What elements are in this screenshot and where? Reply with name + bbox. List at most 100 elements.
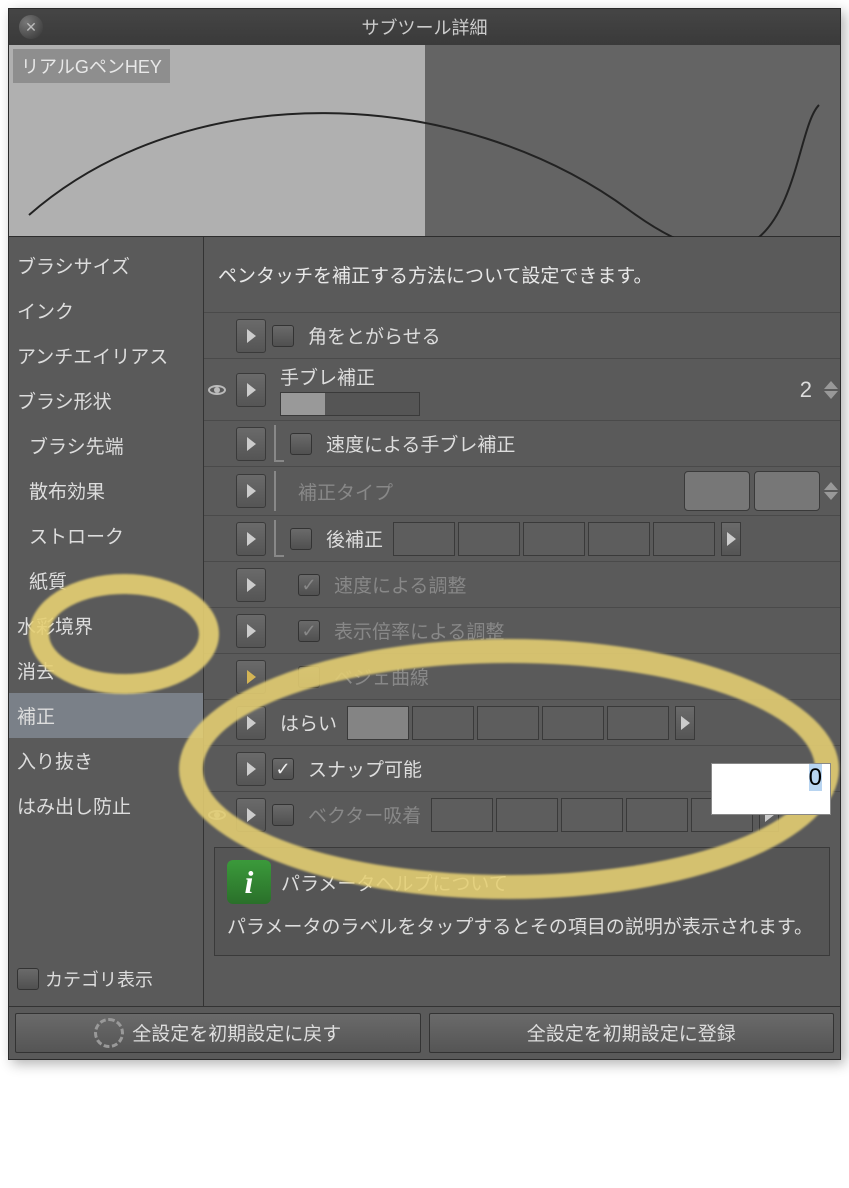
- triangle-icon: [681, 716, 690, 730]
- correction-type-option-2[interactable]: [754, 471, 820, 511]
- expand-button[interactable]: [236, 373, 266, 407]
- expand-button[interactable]: [236, 706, 266, 740]
- check-icon: ✓: [275, 760, 290, 778]
- titlebar: ✕ サブツール詳細: [9, 9, 840, 45]
- eye-icon: [208, 385, 226, 395]
- bezier-checkbox[interactable]: [298, 666, 320, 688]
- row-bezier: ベジェ曲線: [204, 653, 840, 699]
- triangle-icon: [247, 716, 256, 730]
- footer: 全設定を初期設定に戻す 全設定を初期設定に登録: [9, 1006, 840, 1059]
- visibility-toggle[interactable]: [204, 810, 230, 820]
- correction-type-spinner[interactable]: [824, 482, 840, 500]
- sidebar-item-scatter[interactable]: 散布効果: [9, 468, 203, 513]
- sidebar-item-stroke[interactable]: ストローク: [9, 513, 203, 558]
- spinner-up-icon: [824, 381, 838, 389]
- taper-label: はらい: [280, 709, 337, 736]
- sidebar-item-anti-alias[interactable]: アンチエイリアス: [9, 333, 203, 378]
- post-correction-checkbox[interactable]: [290, 528, 312, 550]
- help-text: パラメータのラベルをタップするとその項目の説明が表示されます。: [227, 914, 817, 943]
- sidebar-item-ink[interactable]: インク: [9, 288, 203, 333]
- correction-type-label: 補正タイプ: [298, 478, 393, 505]
- vector-snap-checkbox[interactable]: [272, 804, 294, 826]
- settings-panel: ペンタッチを補正する方法について設定できます。 角をとがらせる 手ブレ補正 2: [204, 237, 840, 1006]
- stroke-preview: リアルGペンHEY: [9, 45, 840, 237]
- bezier-label: ベジェ曲線: [334, 663, 429, 690]
- snap-checkbox[interactable]: ✓: [272, 758, 294, 780]
- sub-tool-detail-window: ✕ サブツール詳細 リアルGペンHEY ブラシサイズ インク アンチエイリアス …: [8, 8, 841, 1060]
- reset-label: 全設定を初期設定に戻す: [132, 1019, 341, 1046]
- vector-snap-label: ベクター吸着: [308, 801, 421, 828]
- row-sharpen: 角をとがらせる: [204, 312, 840, 358]
- sidebar-item-taper[interactable]: 入り抜き: [9, 738, 203, 783]
- close-icon: ✕: [25, 19, 37, 36]
- triangle-icon: [247, 670, 256, 684]
- sidebar-footer: カテゴリ表示: [9, 958, 203, 1000]
- triangle-icon: [247, 808, 256, 822]
- sidebar-item-texture[interactable]: 紙質: [9, 558, 203, 603]
- expand-button[interactable]: [236, 427, 266, 461]
- expand-button[interactable]: [236, 614, 266, 648]
- expand-button[interactable]: [236, 752, 266, 786]
- panel-description: ペンタッチを補正する方法について設定できます。: [204, 237, 840, 312]
- sidebar-item-watercolor[interactable]: 水彩境界: [9, 603, 203, 648]
- vector-snap-segments[interactable]: [431, 798, 753, 832]
- speed-stabilize-checkbox[interactable]: [290, 433, 312, 455]
- register-label: 全設定を初期設定に登録: [527, 1019, 736, 1046]
- row-zoom-adjust: ✓ 表示倍率による調整: [204, 607, 840, 653]
- stabilize-spinner[interactable]: [824, 381, 840, 399]
- triangle-icon: [247, 383, 256, 397]
- sharpen-checkbox[interactable]: [272, 325, 294, 347]
- triangle-icon: [247, 532, 256, 546]
- help-title: パラメータヘルプについて: [281, 869, 508, 896]
- triangle-icon: [247, 484, 256, 498]
- visibility-toggle[interactable]: [204, 385, 230, 395]
- expand-button[interactable]: [236, 474, 266, 508]
- register-all-button[interactable]: 全設定を初期設定に登録: [429, 1013, 835, 1053]
- expand-button[interactable]: [236, 660, 266, 694]
- reset-all-button[interactable]: 全設定を初期設定に戻す: [15, 1013, 421, 1053]
- taper-segments[interactable]: [347, 706, 669, 740]
- sharpen-label: 角をとがらせる: [308, 322, 441, 349]
- category-sidebar: ブラシサイズ インク アンチエイリアス ブラシ形状 ブラシ先端 散布効果 ストロ…: [9, 237, 204, 1006]
- stabilize-label: 手ブレ補正: [280, 363, 420, 390]
- row-speed-adjust: ✓ 速度による調整: [204, 561, 840, 607]
- gear-icon: [94, 1018, 124, 1048]
- speed-adjust-label: 速度による調整: [334, 571, 466, 598]
- triangle-icon: [247, 762, 256, 776]
- snap-label: スナップ可能: [308, 755, 422, 782]
- sidebar-item-brush-shape[interactable]: ブラシ形状: [9, 378, 203, 423]
- row-speed-stabilize: 速度による手ブレ補正: [204, 420, 840, 466]
- category-display-label: カテゴリ表示: [45, 966, 153, 992]
- expand-button[interactable]: [236, 798, 266, 832]
- taper-value-input[interactable]: 0: [711, 763, 831, 815]
- expand-button[interactable]: [236, 319, 266, 353]
- sidebar-item-brush-tip[interactable]: ブラシ先端: [9, 423, 203, 468]
- post-correction-segments[interactable]: [393, 522, 715, 556]
- taper-more[interactable]: [675, 706, 695, 740]
- row-correction-type: 補正タイプ: [204, 466, 840, 515]
- triangle-icon: [247, 624, 256, 638]
- sidebar-item-brush-size[interactable]: ブラシサイズ: [9, 243, 203, 288]
- check-icon: ✓: [301, 576, 316, 594]
- category-display-checkbox[interactable]: [17, 968, 39, 990]
- eye-icon: [208, 810, 226, 820]
- row-post-correction: 後補正: [204, 515, 840, 561]
- speed-stabilize-label: 速度による手ブレ補正: [326, 430, 515, 457]
- expand-button[interactable]: [236, 568, 266, 602]
- sidebar-item-erase[interactable]: 消去: [9, 648, 203, 693]
- spinner-down-icon: [824, 391, 838, 399]
- speed-adjust-checkbox[interactable]: ✓: [298, 574, 320, 596]
- zoom-adjust-checkbox[interactable]: ✓: [298, 620, 320, 642]
- sidebar-item-correction[interactable]: 補正: [9, 693, 203, 738]
- stabilize-slider[interactable]: [280, 392, 420, 416]
- row-taper: はらい: [204, 699, 840, 745]
- triangle-icon: [247, 437, 256, 451]
- post-correction-more[interactable]: [721, 522, 741, 556]
- row-stabilize: 手ブレ補正 2: [204, 358, 840, 420]
- close-button[interactable]: ✕: [19, 15, 43, 39]
- stroke-curve: [9, 45, 842, 237]
- zoom-adjust-label: 表示倍率による調整: [334, 617, 504, 644]
- expand-button[interactable]: [236, 522, 266, 556]
- sidebar-item-prevent-overflow[interactable]: はみ出し防止: [9, 783, 203, 828]
- correction-type-option-1[interactable]: [684, 471, 750, 511]
